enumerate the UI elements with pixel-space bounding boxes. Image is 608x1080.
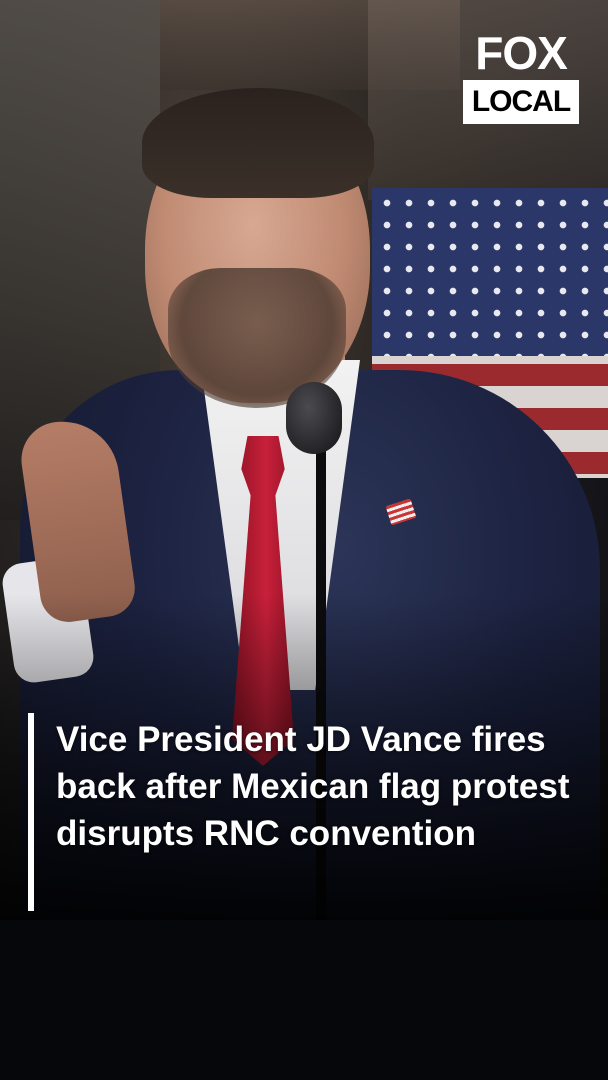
- bottom-gradient-overlay: [0, 0, 608, 1080]
- fox-local-logo: FOX LOCAL: [463, 30, 579, 124]
- bottom-dark-band: [0, 920, 608, 1080]
- caption-accent-bar: [28, 713, 34, 911]
- logo-sub-text: LOCAL: [463, 80, 579, 124]
- headline-caption: Vice President JD Vance fires back after…: [56, 720, 570, 853]
- video-frame[interactable]: FOX LOCAL Vice President JD Vance fires …: [0, 0, 608, 1080]
- logo-brand-text: FOX: [475, 27, 568, 79]
